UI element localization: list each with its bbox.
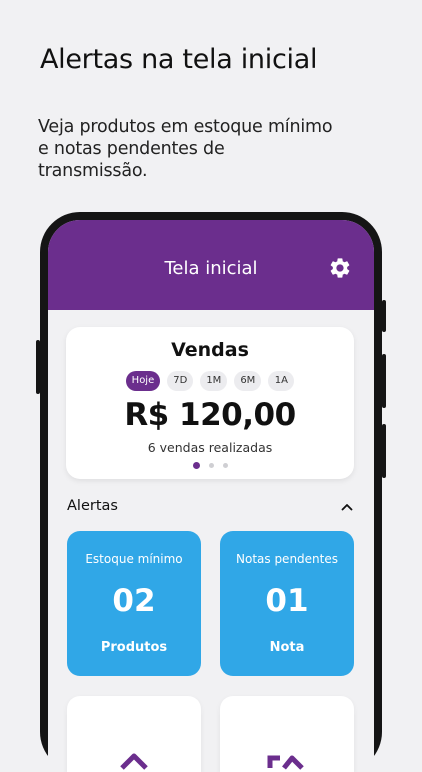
alerts-section-title: Alertas [67, 498, 118, 514]
period-chip-1m[interactable]: 1M [200, 371, 228, 391]
alert-card-unit: Nota [269, 640, 305, 655]
phone-side-button [382, 354, 386, 408]
phone-side-button [382, 424, 386, 478]
period-chip-7d[interactable]: 7D [167, 371, 194, 391]
phone-side-button [382, 300, 386, 332]
alert-card-value: 02 [112, 583, 156, 619]
app-bar: Tela inicial [48, 220, 374, 310]
alert-card-unit: Produtos [100, 640, 168, 655]
sales-count: 6 vendas realizadas [147, 440, 273, 455]
alert-card-label: Estoque mínimo [85, 552, 183, 566]
sales-title: Vendas [171, 339, 249, 361]
sales-card: Vendas Hoje 7D 1M 6M 1A R$ 120,00 6 vend… [66, 327, 354, 479]
page-title: Tela inicial [164, 258, 258, 279]
gear-icon[interactable] [328, 256, 352, 280]
promo-headline: Alertas na tela inicial [40, 44, 318, 75]
alert-card-value: 01 [265, 583, 309, 619]
period-selector: Hoje 7D 1M 6M 1A [66, 371, 354, 391]
shortcut-card[interactable] [220, 696, 354, 772]
promo-subtitle: Veja produtos em estoque mínimo e notas … [38, 117, 333, 181]
period-chip-1a[interactable]: 1A [268, 371, 295, 391]
home-icon [120, 753, 148, 770]
shortcut-card[interactable] [67, 696, 201, 772]
period-chip-6m[interactable]: 6M [234, 371, 262, 391]
alert-card-pending-notes[interactable]: Notas pendentes 01 Nota [220, 531, 354, 676]
page-indicator [66, 462, 354, 469]
chevron-up-icon[interactable] [340, 500, 354, 514]
alert-card-label: Notas pendentes [236, 552, 338, 566]
page-dot-active[interactable] [192, 462, 200, 469]
phone-side-button [36, 340, 40, 394]
document-icon [267, 755, 304, 770]
period-chip-today[interactable]: Hoje [125, 371, 161, 391]
sales-amount: R$ 120,00 [124, 397, 296, 433]
alert-card-min-stock[interactable]: Estoque mínimo 02 Produtos [67, 531, 201, 676]
page-dot[interactable] [222, 463, 228, 468]
phone-screen: Tela inicial Vendas Hoje 7D 1M 6M 1A R$ … [48, 220, 374, 772]
page-dot[interactable] [208, 463, 214, 468]
phone-frame: Tela inicial Vendas Hoje 7D 1M 6M 1A R$ … [36, 212, 386, 772]
